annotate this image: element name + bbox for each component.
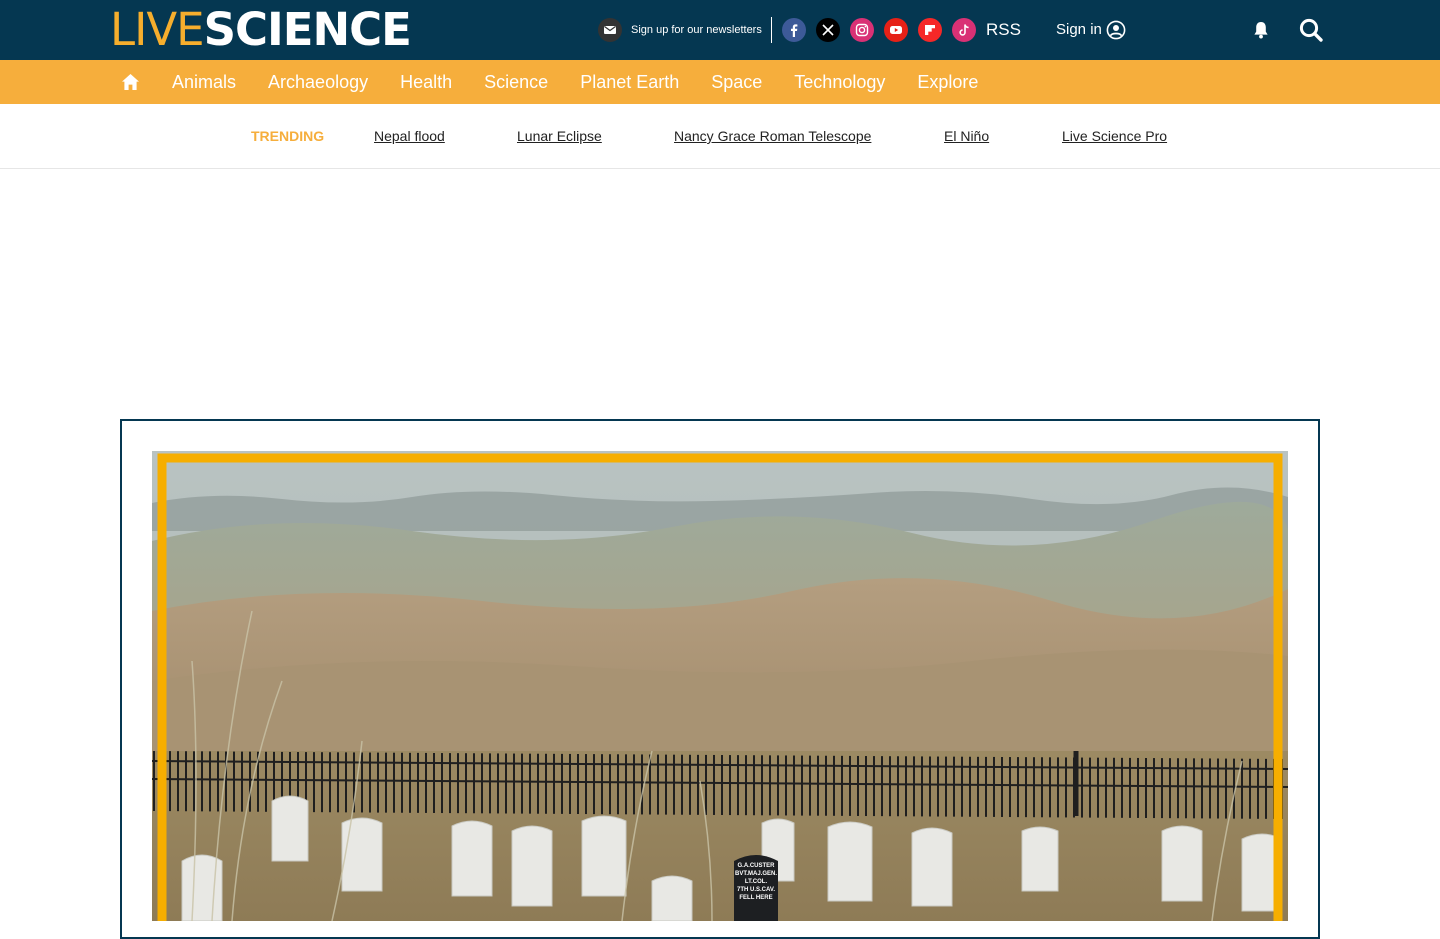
mail-icon [598, 18, 622, 42]
logo-live: LIVE [110, 3, 205, 56]
youtube-icon[interactable] [884, 18, 908, 42]
flipboard-icon[interactable] [918, 18, 942, 42]
headstone-line-4: 7TH U.S.CAV. [737, 887, 775, 893]
trending-link-lunar-eclipse[interactable]: Lunar Eclipse [517, 128, 602, 144]
x-icon[interactable] [816, 18, 840, 42]
home-icon[interactable] [121, 73, 140, 91]
livescience-logo[interactable]: LIVE SCIENCE [110, 3, 412, 56]
social-links [782, 18, 976, 42]
headstone-line-5: FELL HERE [739, 895, 772, 901]
nav-item-science[interactable]: Science [484, 60, 548, 104]
trending-link-nepal-flood[interactable]: Nepal flood [374, 128, 445, 144]
headstone-line-1: G.A.CUSTER [737, 863, 775, 869]
sign-in-label: Sign in [1056, 21, 1102, 38]
newsletter-signup[interactable]: Sign up for our newsletters [598, 18, 762, 42]
bell-icon[interactable] [1251, 20, 1271, 40]
nav-item-animals[interactable]: Animals [172, 60, 236, 104]
nav-item-planet-earth[interactable]: Planet Earth [580, 60, 679, 104]
article-card: G.A.CUSTER BVT.MAJ.GEN. LT.COL. 7TH U.S.… [120, 419, 1320, 939]
headstone-line-2: BVT.MAJ.GEN. [735, 871, 777, 877]
nav-item-space[interactable]: Space [711, 60, 762, 104]
nav-item-technology[interactable]: Technology [794, 60, 885, 104]
nav-items: Animals Archaeology Health Science Plane… [172, 60, 1010, 104]
nav-item-explore[interactable]: Explore [917, 60, 978, 104]
nav-item-archaeology[interactable]: Archaeology [268, 60, 368, 104]
rss-link[interactable]: RSS [986, 20, 1021, 40]
trending-link-roman-telescope[interactable]: Nancy Grace Roman Telescope [674, 128, 871, 144]
sign-in-button[interactable]: Sign in [1056, 19, 1126, 41]
instagram-icon[interactable] [850, 18, 874, 42]
top-header: LIVE SCIENCE Sign up for our newsletters … [0, 0, 1440, 60]
newsletter-label: Sign up for our newsletters [631, 24, 762, 36]
main-nav: Animals Archaeology Health Science Plane… [0, 60, 1440, 104]
logo-science: SCIENCE [203, 3, 412, 56]
search-icon[interactable] [1298, 17, 1324, 43]
tiktok-icon[interactable] [952, 18, 976, 42]
facebook-icon[interactable] [782, 18, 806, 42]
trending-link-el-nino[interactable]: El Niño [944, 128, 989, 144]
nav-item-health[interactable]: Health [400, 60, 452, 104]
trending-link-live-science-pro[interactable]: Live Science Pro [1062, 128, 1167, 144]
user-icon [1106, 20, 1126, 40]
trending-bar: TRENDING Nepal flood Lunar Eclipse Nancy… [0, 104, 1440, 169]
header-divider [771, 17, 772, 43]
hero-image[interactable]: G.A.CUSTER BVT.MAJ.GEN. LT.COL. 7TH U.S.… [152, 451, 1288, 921]
headstone-line-3: LT.COL. [745, 879, 768, 885]
battlefield-cemetery-image: G.A.CUSTER BVT.MAJ.GEN. LT.COL. 7TH U.S.… [152, 451, 1288, 921]
trending-label: TRENDING [251, 128, 325, 144]
